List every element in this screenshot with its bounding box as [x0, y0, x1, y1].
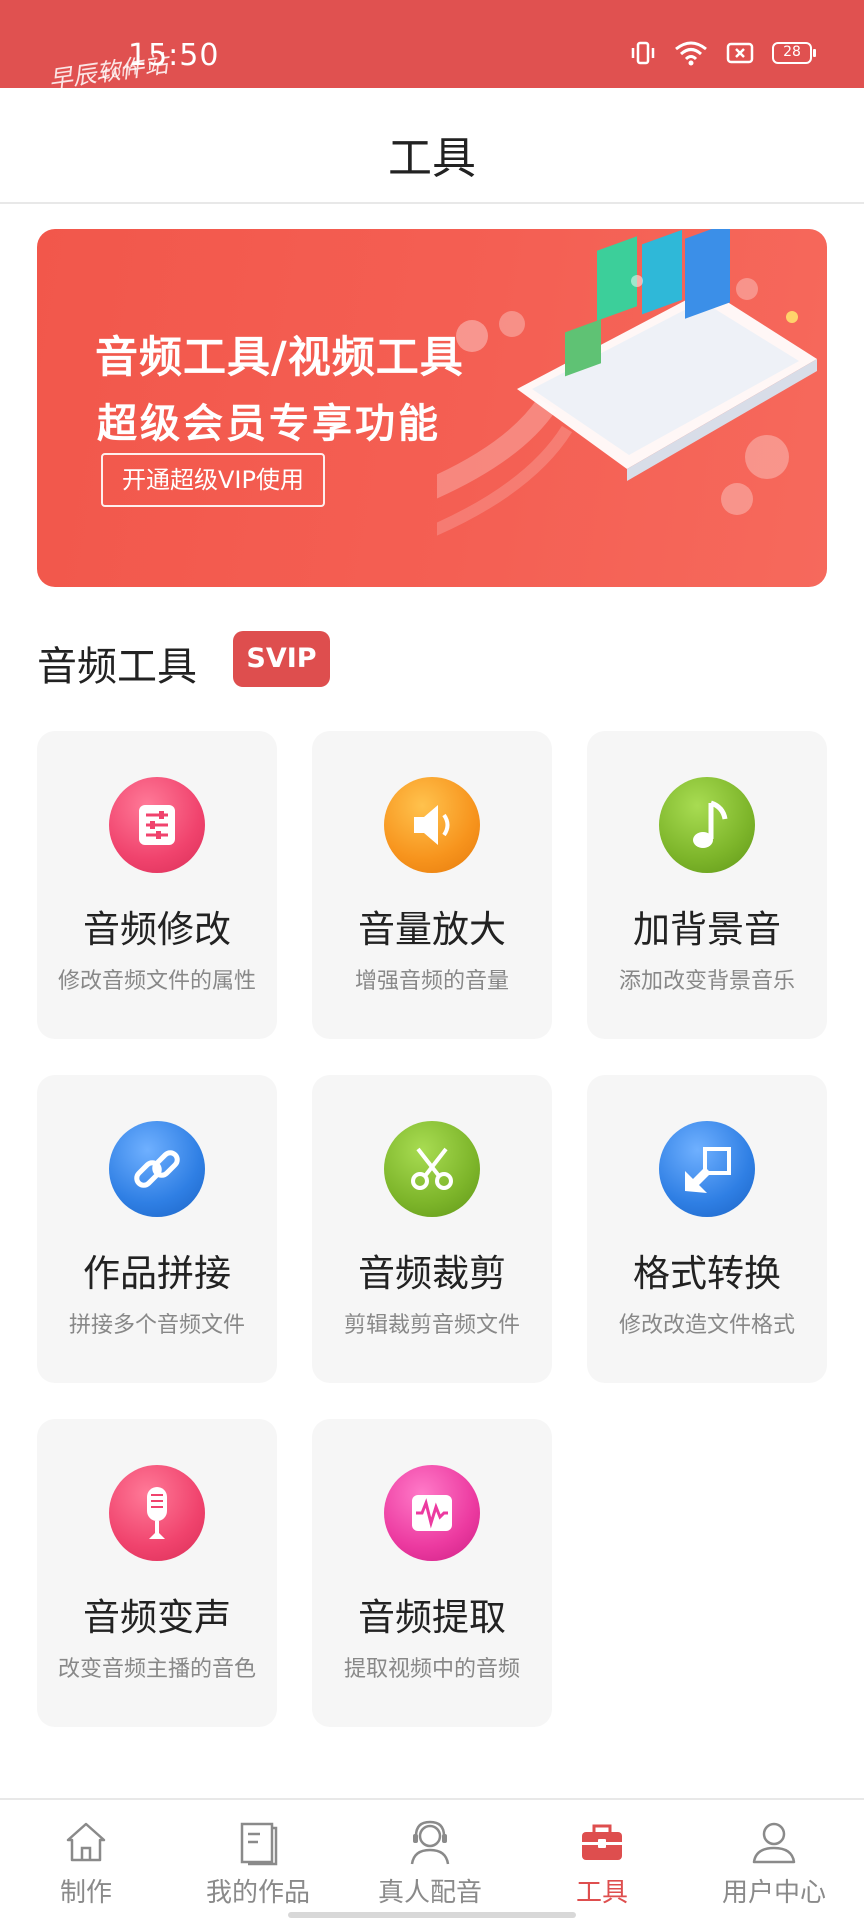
section-heading-audio-tools: 音频工具 [37, 644, 197, 690]
sliders-icon [109, 777, 205, 873]
tool-card-audio-edit[interactable]: 音频修改 修改音频文件的属性 [37, 731, 277, 1039]
svip-badge: SVIP [233, 631, 330, 687]
nav-item-user-center[interactable]: 用户中心 [688, 1800, 860, 1920]
tool-desc: 修改音频文件的属性 [57, 969, 256, 994]
tool-card-volume-boost[interactable]: 音量放大 增强音频的音量 [312, 731, 552, 1039]
tool-card-voice-change[interactable]: 音频变声 改变音频主播的音色 [37, 1419, 277, 1727]
nav-item-tools[interactable]: 工具 [516, 1800, 688, 1920]
document-icon [240, 1822, 278, 1866]
tool-card-format-convert[interactable]: 格式转换 修改改造文件格式 [587, 1075, 827, 1383]
link-icon [109, 1121, 205, 1217]
tool-name: 音频变声 [83, 1596, 231, 1639]
status-icons: 28 [630, 40, 816, 66]
nav-label: 我的作品 [205, 1878, 310, 1908]
nav-item-voice-actors[interactable]: 真人配音 [344, 1800, 516, 1920]
headset-person-icon [410, 1820, 450, 1865]
banner-title: 音频工具/视频工具 [95, 333, 464, 383]
home-icon [66, 1822, 106, 1862]
tool-name: 音频提取 [358, 1596, 506, 1639]
tool-card-trim[interactable]: 音频裁剪 剪辑裁剪音频文件 [312, 1075, 552, 1383]
music-note-icon [659, 777, 755, 873]
user-icon [752, 1822, 796, 1864]
nav-item-my-works[interactable]: 我的作品 [172, 1800, 344, 1920]
home-indicator [288, 1912, 576, 1918]
open-svip-button[interactable]: 开通超级VIP使用 [101, 453, 325, 507]
battery-indicator: 28 [772, 42, 816, 64]
title-bar: 工具 [0, 88, 864, 204]
tool-card-audio-extract[interactable]: 音频提取 提取视频中的音频 [312, 1419, 552, 1727]
status-bar: 早辰软件站 .com 15:50 28 [0, 0, 864, 94]
tool-name: 作品拼接 [83, 1252, 231, 1295]
nav-label: 工具 [575, 1878, 628, 1908]
nav-label: 制作 [59, 1878, 112, 1908]
convert-arrows-icon [659, 1121, 755, 1217]
tool-name: 加背景音 [633, 908, 781, 951]
tool-card-background-music[interactable]: 加背景音 添加改变背景音乐 [587, 731, 827, 1039]
microphone-icon [109, 1465, 205, 1561]
status-time: 15:50 [128, 38, 220, 73]
bottom-nav: 制作 我的作品 真人配音 工具 用户中心 [0, 1798, 864, 1920]
tool-desc: 增强音频的音量 [354, 969, 509, 994]
tool-desc: 提取视频中的音频 [343, 1657, 520, 1682]
tool-desc: 拼接多个音频文件 [68, 1313, 245, 1338]
tool-name: 音频修改 [83, 908, 231, 951]
vibrate-icon [631, 41, 655, 65]
toolbox-icon [582, 1824, 622, 1860]
page-title: 工具 [388, 133, 476, 184]
wifi-icon [675, 41, 707, 66]
phone-illustration [437, 229, 817, 536]
tool-desc: 改变音频主播的音色 [57, 1657, 256, 1682]
tool-desc: 添加改变背景音乐 [618, 969, 795, 994]
tool-desc: 剪辑裁剪音频文件 [343, 1313, 520, 1338]
tool-name: 音频裁剪 [358, 1252, 506, 1295]
nav-item-create[interactable]: 制作 [0, 1800, 172, 1920]
speaker-icon [384, 777, 480, 873]
sim-off-icon [726, 42, 754, 64]
scissors-icon [384, 1121, 480, 1217]
nav-label: 用户中心 [721, 1878, 826, 1908]
tool-name: 格式转换 [633, 1252, 781, 1295]
waveform-icon [384, 1465, 480, 1561]
banner-subtitle: 超级会员专享功能 [97, 401, 441, 447]
tool-card-merge[interactable]: 作品拼接 拼接多个音频文件 [37, 1075, 277, 1383]
nav-label: 真人配音 [377, 1878, 482, 1908]
svip-promo-banner[interactable]: 音频工具/视频工具 超级会员专享功能 开通超级VIP使用 [37, 229, 827, 587]
tool-name: 音量放大 [358, 908, 506, 951]
tool-desc: 修改改造文件格式 [618, 1313, 795, 1338]
